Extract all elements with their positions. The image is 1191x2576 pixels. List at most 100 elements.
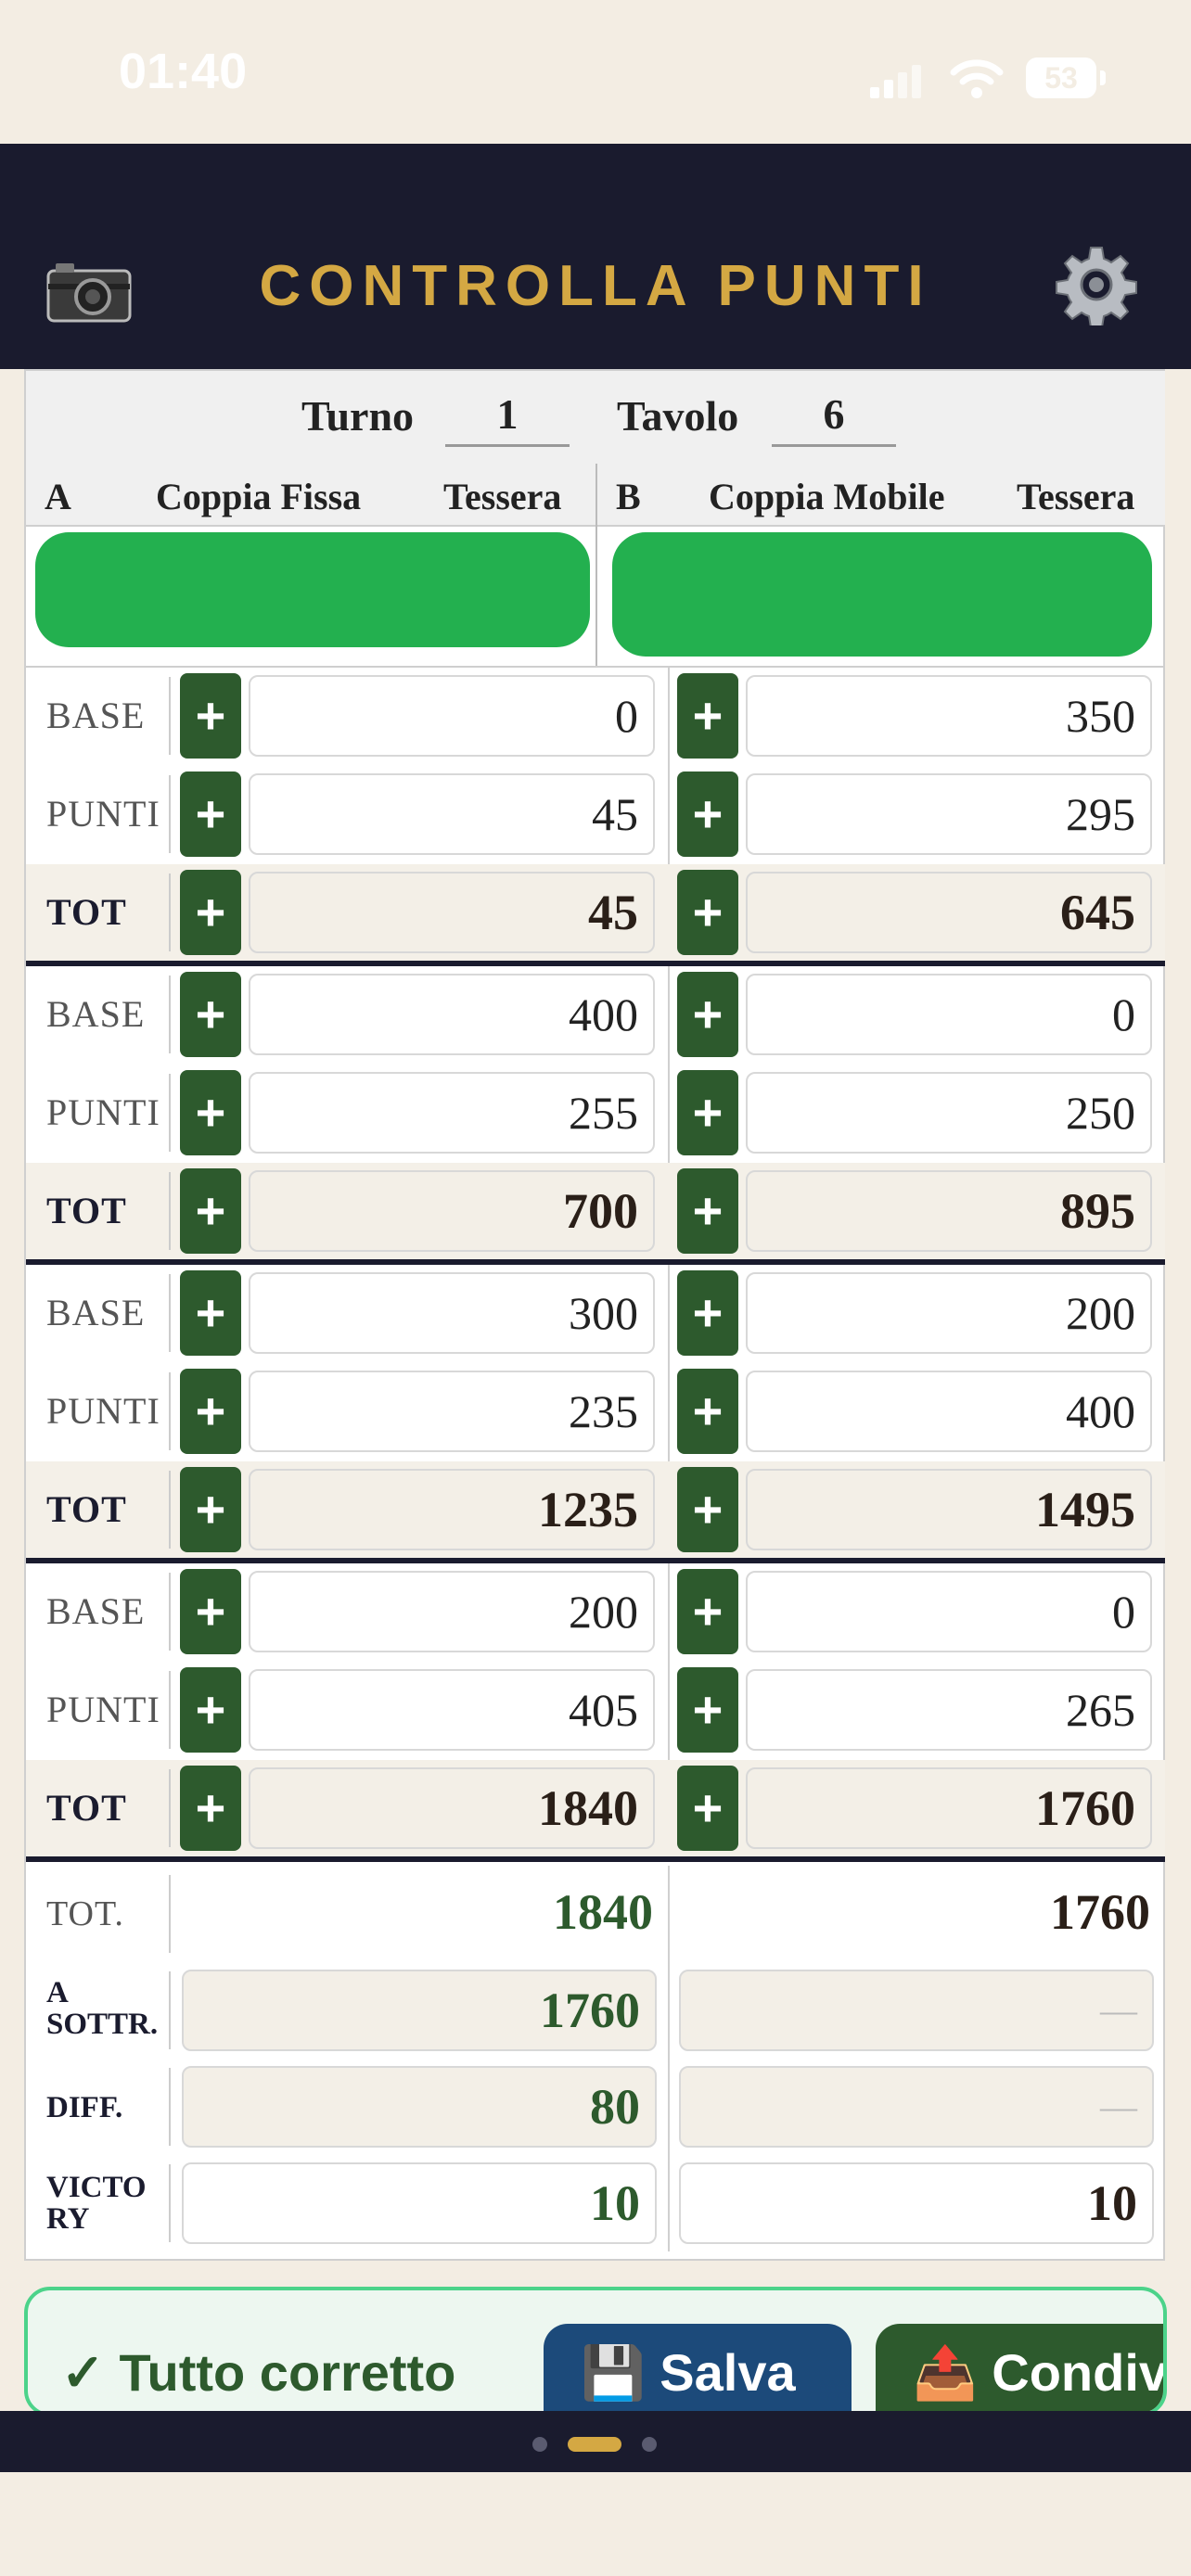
base-field-a[interactable]: 0 xyxy=(249,675,655,757)
punti-field-b[interactable]: 400 xyxy=(746,1371,1152,1452)
base-row: BASE +200 +0 xyxy=(26,1563,1165,1660)
victory-row: VICTO RY 10 10 xyxy=(26,2155,1165,2251)
save-button[interactable]: 💾 Salva xyxy=(544,2324,852,2413)
col-b-card: Tessera xyxy=(1017,476,1135,517)
add-button[interactable]: + xyxy=(677,1467,738,1552)
base-field-a[interactable]: 400 xyxy=(249,974,655,1055)
base-row: BASE +400 +0 xyxy=(26,966,1165,1063)
turno-field[interactable]: 1 xyxy=(445,389,570,447)
tot-field-b: 895 xyxy=(746,1170,1152,1252)
add-button[interactable]: + xyxy=(677,673,738,759)
victory-label-2: RY xyxy=(46,2202,90,2236)
add-button[interactable]: + xyxy=(180,1766,241,1851)
victory-b[interactable]: 10 xyxy=(679,2162,1154,2244)
tot-label: TOT xyxy=(46,1787,127,1829)
base-row: BASE +300 +200 xyxy=(26,1265,1165,1361)
total-a: 1840 xyxy=(553,1884,653,1940)
base-field-a[interactable]: 200 xyxy=(249,1571,655,1652)
tot-field-b: 645 xyxy=(746,872,1152,953)
col-b-letter: B xyxy=(616,476,641,517)
victory-label-1: VICTO xyxy=(46,2171,147,2204)
share-button[interactable]: 📤 Condivi xyxy=(876,2324,1163,2413)
add-button[interactable]: + xyxy=(180,1467,241,1552)
col-a-card: Tessera xyxy=(443,476,562,517)
base-field-a[interactable]: 300 xyxy=(249,1272,655,1354)
tot-field-a: 1840 xyxy=(249,1767,655,1849)
punti-row: PUNTI +255 +250 xyxy=(26,1065,1165,1161)
add-button[interactable]: + xyxy=(677,1369,738,1454)
subtract-b: — xyxy=(679,1970,1154,2051)
page-dot-active[interactable] xyxy=(568,2437,621,2452)
punti-field-a[interactable]: 405 xyxy=(249,1669,655,1751)
punti-row: PUNTI +405 +265 xyxy=(26,1662,1165,1758)
add-button[interactable]: + xyxy=(180,1168,241,1254)
round-info: Turno 1 Tavolo 6 xyxy=(26,371,1165,465)
add-button[interactable]: + xyxy=(677,772,738,857)
tot-field-a: 700 xyxy=(249,1170,655,1252)
score-section: BASE +0 +350 PUNTI +45 +295 TOT +45 +645 xyxy=(26,668,1165,964)
diff-a: 80 xyxy=(182,2066,657,2148)
add-button[interactable]: + xyxy=(677,1070,738,1155)
add-button[interactable]: + xyxy=(180,1270,241,1356)
add-button[interactable]: + xyxy=(677,1569,738,1654)
base-field-b[interactable]: 0 xyxy=(746,974,1152,1055)
victory-a[interactable]: 10 xyxy=(182,2162,657,2244)
col-a-letter: A xyxy=(45,476,71,517)
add-button[interactable]: + xyxy=(180,673,241,759)
add-button[interactable]: + xyxy=(180,870,241,955)
punti-field-b[interactable]: 265 xyxy=(746,1669,1152,1751)
add-button[interactable]: + xyxy=(677,1667,738,1753)
add-button[interactable]: + xyxy=(180,1667,241,1753)
tot-field-a: 45 xyxy=(249,872,655,953)
status-message: ✓ Tutto corretto xyxy=(61,2343,456,2402)
col-a-title: Coppia Fissa xyxy=(156,476,362,517)
add-button[interactable]: + xyxy=(677,1766,738,1851)
diff-row: DIFF. 80 — xyxy=(26,2059,1165,2155)
page-dot[interactable] xyxy=(532,2437,547,2452)
add-button[interactable]: + xyxy=(180,772,241,857)
add-button[interactable]: + xyxy=(677,870,738,955)
score-section: BASE +200 +0 PUNTI +405 +265 TOT +1840 +1760 xyxy=(26,1563,1165,1860)
add-button[interactable]: + xyxy=(677,972,738,1057)
base-field-b[interactable]: 350 xyxy=(746,675,1152,757)
punti-row: PUNTI +235 +400 xyxy=(26,1363,1165,1460)
wifi-icon xyxy=(950,59,1004,98)
battery-level: 53 xyxy=(1026,57,1096,98)
punti-field-a[interactable]: 235 xyxy=(249,1371,655,1452)
base-row: BASE +0 +350 xyxy=(26,668,1165,764)
add-button[interactable]: + xyxy=(180,1569,241,1654)
gear-icon[interactable] xyxy=(1056,244,1137,325)
punti-field-b[interactable]: 250 xyxy=(746,1072,1152,1154)
punti-label: PUNTI xyxy=(46,1091,160,1133)
tavolo-field[interactable]: 6 xyxy=(772,389,896,447)
base-field-b[interactable]: 0 xyxy=(746,1571,1152,1652)
add-button[interactable]: + xyxy=(180,1070,241,1155)
subtract-a: 1760 xyxy=(182,1970,657,2051)
base-field-b[interactable]: 200 xyxy=(746,1272,1152,1354)
punti-label: PUNTI xyxy=(46,793,160,835)
redacted-names-b xyxy=(612,532,1152,657)
page-title: CONTROLLA PUNTI xyxy=(259,254,932,318)
add-button[interactable]: + xyxy=(180,972,241,1057)
action-bar: ✓ Tutto corretto 💾 Salva 📤 Condivi xyxy=(24,2287,1167,2417)
subtract-label-1: A xyxy=(46,1976,69,2009)
tot-row: TOT +45 +645 xyxy=(26,864,1165,961)
punti-field-a[interactable]: 45 xyxy=(249,773,655,855)
diff-label: DIFF. xyxy=(46,2091,123,2124)
add-button[interactable]: + xyxy=(180,1369,241,1454)
score-card: Turno 1 Tavolo 6 A Coppia Fissa Tessera … xyxy=(24,369,1165,2261)
battery-icon: 53 xyxy=(1026,57,1106,100)
punti-row: PUNTI +45 +295 xyxy=(26,766,1165,862)
page-dot[interactable] xyxy=(642,2437,657,2452)
column-headers: A Coppia Fissa Tessera B Coppia Mobile T… xyxy=(26,464,1165,527)
punti-field-b[interactable]: 295 xyxy=(746,773,1152,855)
add-button[interactable]: + xyxy=(677,1168,738,1254)
total-row: TOT. 1840 1760 xyxy=(26,1866,1165,1962)
base-label: BASE xyxy=(46,1292,146,1333)
punti-field-a[interactable]: 255 xyxy=(249,1072,655,1154)
col-b-title: Coppia Mobile xyxy=(709,476,945,517)
score-section: BASE +300 +200 PUNTI +235 +400 TOT +1235 +1495 xyxy=(26,1265,1165,1562)
player-names xyxy=(26,525,1165,668)
punti-label: PUNTI xyxy=(46,1390,160,1432)
add-button[interactable]: + xyxy=(677,1270,738,1356)
